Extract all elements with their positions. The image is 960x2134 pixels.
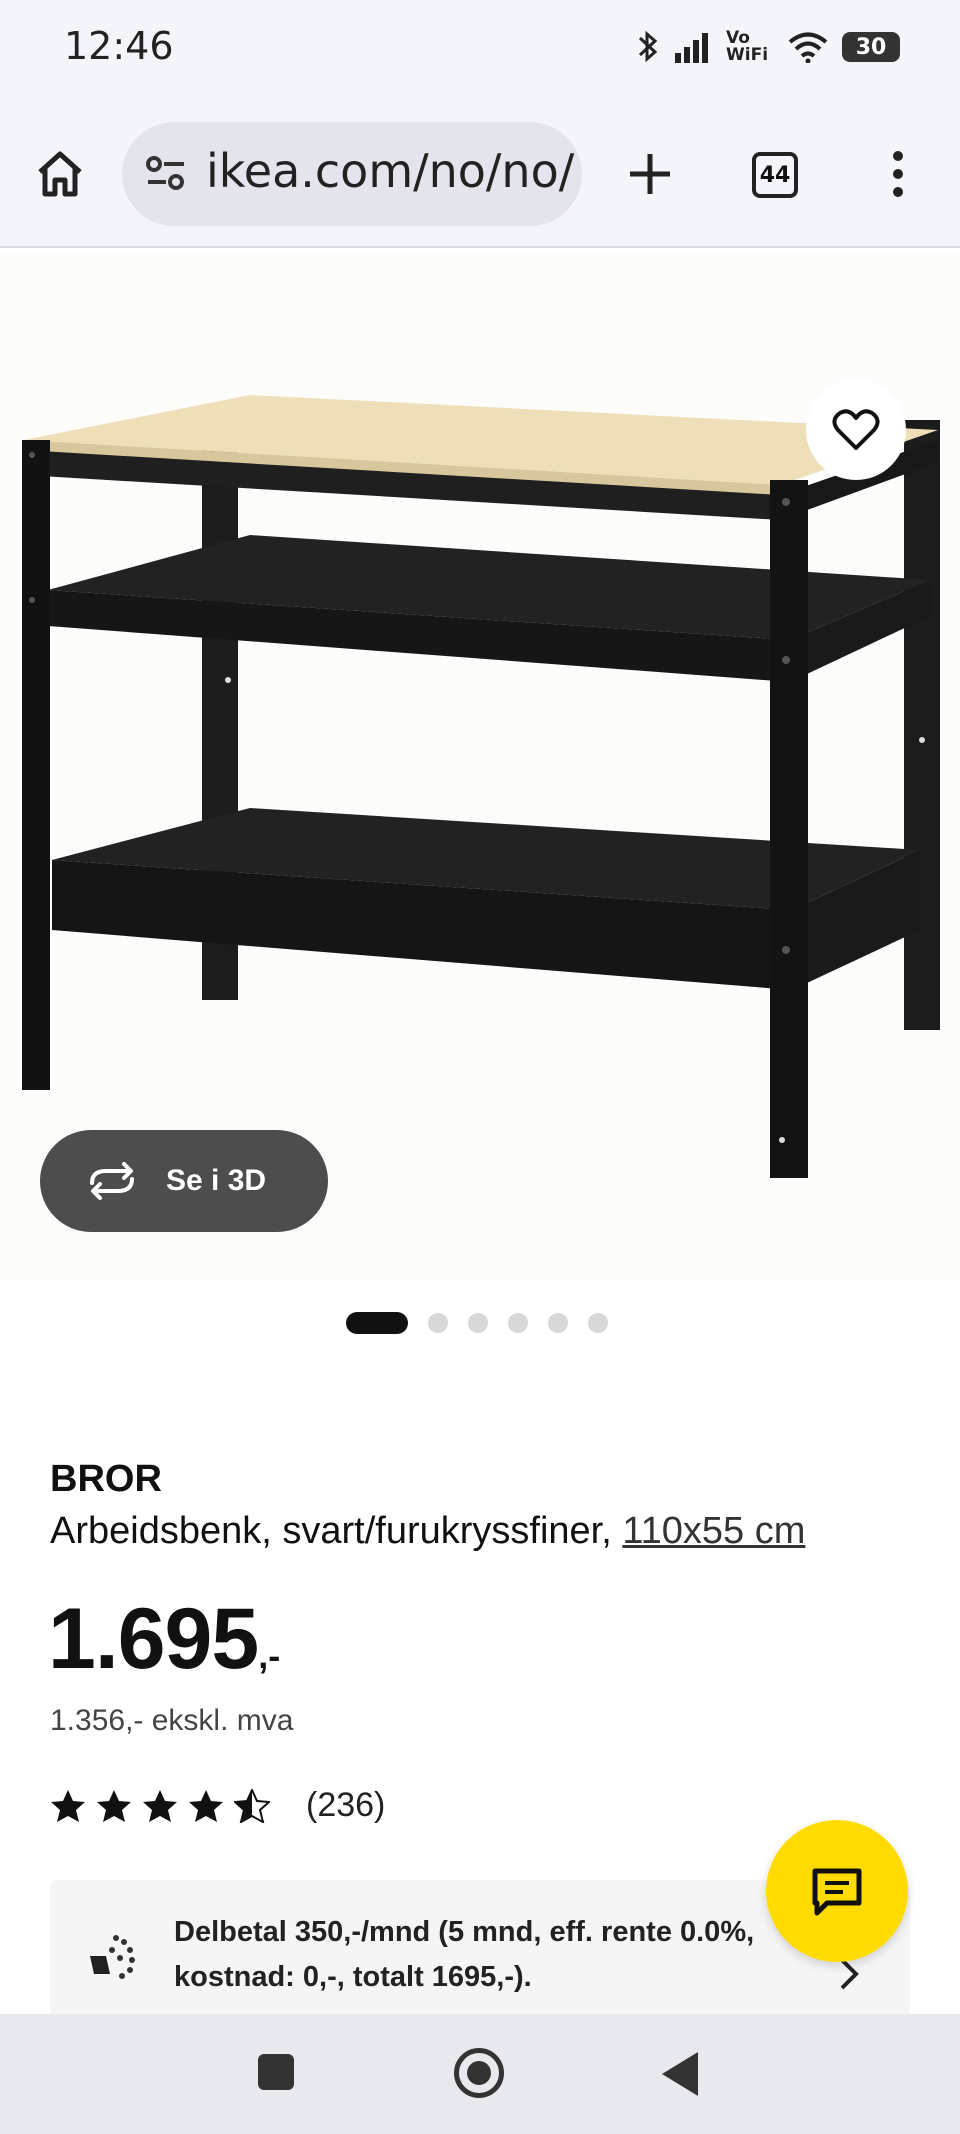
product-type: Arbeidsbenk, svart/furukryssfiner,	[50, 1510, 612, 1552]
star-icon	[51, 1789, 85, 1822]
gallery-pagination	[346, 1312, 608, 1334]
status-bar: 12:46 Vo WiFi 30	[0, 0, 960, 100]
product-gallery[interactable]: Se i 3D	[0, 250, 960, 1280]
rotate-3d-icon	[90, 1162, 134, 1200]
price-suffix: ,-	[258, 1635, 281, 1676]
half-star-icon	[234, 1788, 270, 1823]
view-in-3d-button[interactable]: Se i 3D	[40, 1130, 328, 1232]
price-excl-vat: 1.356,- ekskl. mva	[50, 1704, 294, 1737]
browser-toolbar: ikea.com/no/no/p 44	[0, 100, 960, 248]
installment-text: Delbetal 350,-/mnd (5 mnd, eff. rente 0.…	[174, 1916, 755, 1993]
rating[interactable]: (236)	[50, 1786, 385, 1825]
recent-apps-button[interactable]	[258, 2054, 294, 2090]
product-name: BROR	[50, 1458, 162, 1500]
favourite-button[interactable]	[806, 380, 906, 480]
star-icon	[189, 1789, 223, 1822]
payment-coins-icon	[90, 1935, 135, 1979]
system-nav-bar	[0, 2014, 960, 2134]
pagination-dot[interactable]	[588, 1313, 608, 1333]
pagination-dot[interactable]	[346, 1312, 408, 1334]
view-in-3d-label: Se i 3D	[166, 1164, 267, 1197]
battery-icon: 30	[842, 32, 900, 62]
heart-icon	[832, 409, 880, 450]
status-time: 12:46	[64, 24, 174, 68]
product-price: 1.695,-	[48, 1590, 280, 1689]
chat-icon	[812, 1868, 862, 1916]
status-icons: Vo WiFi 30	[636, 24, 900, 70]
pagination-dot[interactable]	[428, 1313, 448, 1333]
new-tab-icon[interactable]	[622, 146, 678, 202]
site-settings-icon[interactable]	[144, 152, 188, 196]
rating-count: (236)	[306, 1786, 386, 1824]
price-main: 1.695	[48, 1591, 259, 1687]
address-bar[interactable]: ikea.com/no/no/p	[122, 122, 582, 226]
more-menu-icon[interactable]	[880, 148, 916, 200]
star-icon	[143, 1789, 177, 1822]
chat-button[interactable]	[766, 1820, 908, 1962]
pagination-dot[interactable]	[508, 1313, 528, 1333]
url-text: ikea.com/no/no/p	[206, 144, 576, 198]
back-button[interactable]	[662, 2052, 698, 2096]
product-description: Arbeidsbenk, svart/furukryssfiner, 110x5…	[50, 1510, 805, 1553]
product-size-link[interactable]: 110x55 cm	[622, 1510, 805, 1552]
pagination-dot[interactable]	[548, 1313, 568, 1333]
bluetooth-icon	[638, 30, 658, 63]
star-icon	[97, 1789, 131, 1822]
volte-label: Vo WiFi	[726, 28, 769, 65]
signal-icon	[675, 33, 708, 63]
tab-switcher-button[interactable]: 44	[752, 152, 798, 198]
wifi-icon	[788, 32, 828, 63]
home-nav-button[interactable]	[454, 2048, 504, 2098]
pagination-dot[interactable]	[468, 1313, 488, 1333]
home-icon[interactable]	[32, 146, 88, 202]
